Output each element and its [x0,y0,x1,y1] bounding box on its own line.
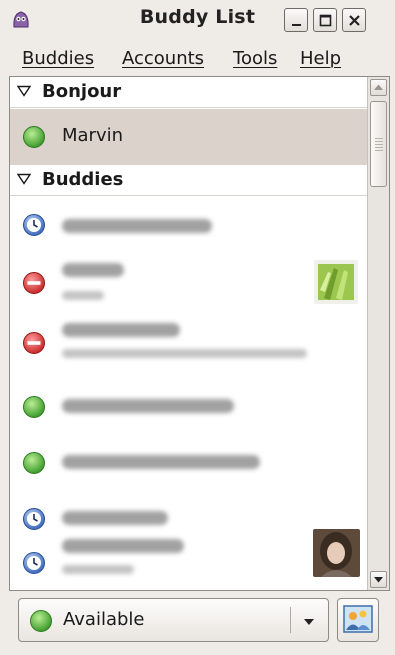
menu-help-mnemonic: H [300,48,314,69]
list-scrollbar[interactable] [367,77,389,590]
menu-tools-mnemonic: T [233,48,241,69]
group-label-bonjour: Bonjour [42,81,122,102]
buddy-avatar [314,260,358,304]
title-bar: Buddy List [0,0,395,40]
scroll-down-arrow-icon [374,577,383,583]
status-selector-value: Available [63,609,145,630]
available-status-icon [23,396,45,418]
grip-line [375,144,383,145]
menu-accounts[interactable]: Accounts [122,48,204,69]
expander-down-icon [17,85,31,97]
maximize-button[interactable] [313,8,337,32]
idle-clock-icon [23,214,45,236]
close-button[interactable] [342,8,366,32]
scroll-up-button[interactable] [370,79,387,96]
minimize-icon [292,24,301,26]
available-status-icon [30,610,52,632]
grip-line [375,150,383,151]
minimize-button[interactable] [284,8,308,32]
menu-help-label: elp [313,48,342,69]
buddy-name: Marvin [62,125,124,146]
buddy-pounce-icon [343,605,373,633]
dropdown-arrow-icon [304,619,314,625]
grip-line [375,138,383,139]
combo-separator [290,607,291,633]
scroll-down-button[interactable] [370,571,387,588]
leaf-avatar-icon [314,260,358,304]
group-header-buddies[interactable]: Buddies [10,165,367,196]
menu-tools[interactable]: Tools [233,48,277,69]
scroll-thumb[interactable] [370,101,387,187]
buddy-row-marvin[interactable]: Marvin [10,109,367,166]
expander-down-icon [17,173,31,185]
maximize-icon [319,14,332,27]
buddy-row[interactable] [10,433,367,489]
menu-accounts-label: ccounts [134,48,205,69]
menu-bar: Buddies Accounts Tools Help [0,40,395,76]
group-label-buddies: Buddies [42,169,124,190]
buddy-row[interactable] [10,313,367,373]
buddy-row[interactable] [10,199,367,249]
menu-buddies-label: uddies [34,48,95,69]
available-status-icon [23,126,45,148]
obscured-buddy-name [62,539,184,553]
obscured-buddy-status [62,349,307,358]
buddy-row[interactable] [10,251,367,313]
obscured-buddy-status [62,291,104,300]
buddy-row[interactable] [10,377,367,433]
menu-help[interactable]: Help [300,48,341,69]
obscured-buddy-name [62,263,124,277]
menu-tools-label: ools [240,48,278,69]
close-icon [349,15,360,26]
obscured-buddy-name [62,511,168,525]
obscured-buddy-status [62,565,134,574]
menu-accounts-mnemonic: A [122,48,134,69]
available-status-icon [23,452,45,474]
grip-line [375,147,383,148]
person-photo-icon [313,529,360,577]
obscured-buddy-name [62,219,212,233]
status-selector[interactable]: Available [18,598,329,642]
obscured-buddy-name [62,323,180,337]
buddy-icon-button[interactable] [337,598,379,642]
busy-status-icon [23,272,45,294]
buddy-avatar [313,529,360,577]
menu-buddies-mnemonic: B [22,48,35,69]
group-header-bonjour[interactable]: Bonjour [10,77,367,108]
idle-clock-icon [23,552,45,574]
grip-line [375,141,383,142]
obscured-buddy-name [62,399,234,413]
busy-status-icon [23,332,45,354]
buddy-row[interactable] [10,525,367,590]
buddy-list[interactable]: Bonjour Marvin Buddies [9,76,390,591]
scroll-up-arrow-icon [374,84,383,90]
menu-buddies[interactable]: Buddies [22,48,94,69]
obscured-buddy-name [62,455,260,469]
